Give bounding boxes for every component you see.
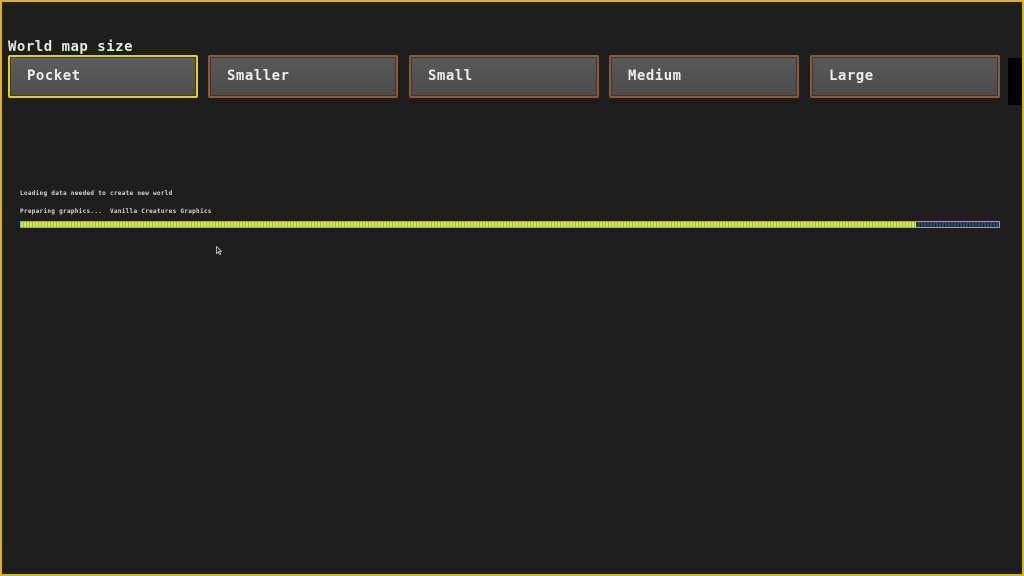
loading-progress-fill xyxy=(21,222,916,227)
loading-message: Loading data needed to create new world xyxy=(20,190,173,197)
world-map-size-title: World map size xyxy=(8,39,134,55)
size-button-pocket[interactable]: Pocket xyxy=(8,55,198,98)
size-button-medium[interactable]: Medium xyxy=(609,55,799,98)
loading-progress-bar xyxy=(20,221,1000,228)
size-button-large[interactable]: Large xyxy=(810,55,1000,98)
size-button-small[interactable]: Small xyxy=(409,55,599,98)
scrollbar-thumb[interactable] xyxy=(1008,58,1022,105)
world-gen-screen: World map size Pocket Smaller Small Medi… xyxy=(0,0,1024,576)
size-button-smaller[interactable]: Smaller xyxy=(208,55,398,98)
mouse-pointer-icon xyxy=(216,246,222,255)
loading-status: Preparing graphics... Vanilla Creatures … xyxy=(20,208,212,215)
